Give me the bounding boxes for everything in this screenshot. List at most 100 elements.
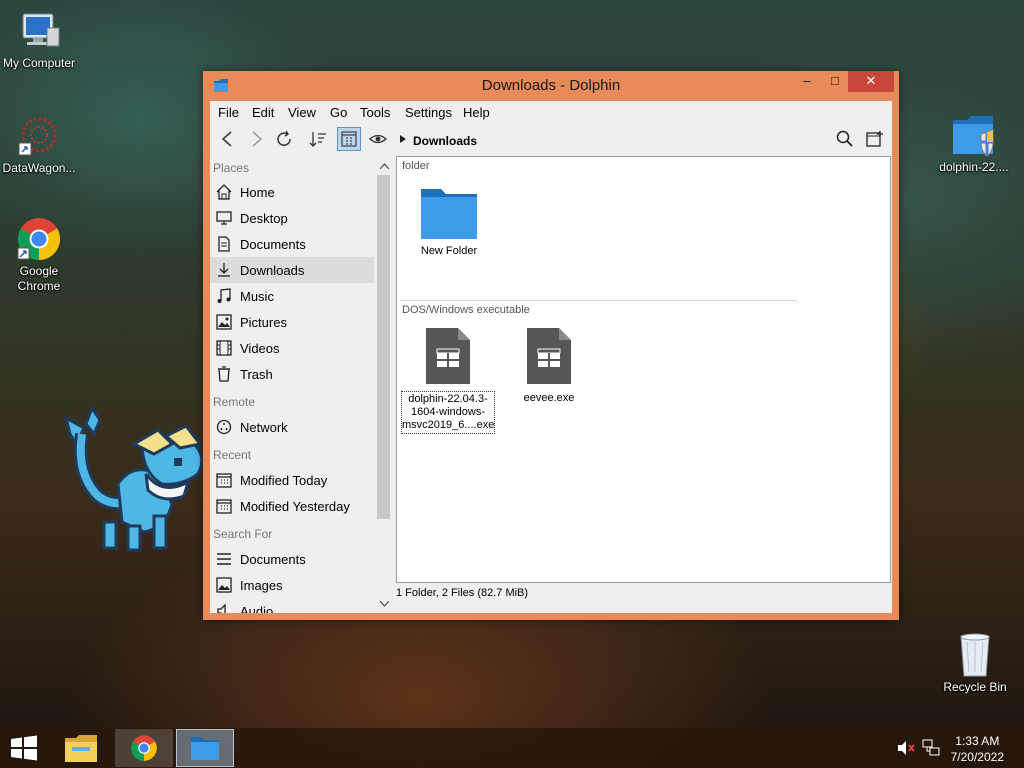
menu-tools[interactable]: Tools [360,105,390,120]
document-icon [218,236,230,252]
start-button[interactable] [0,729,48,767]
scrollbar-thumb[interactable] [377,175,390,519]
places-item-videos[interactable]: Videos [210,335,374,361]
file-label-line: dolphin-22.04.3- [408,393,488,405]
places-item-network[interactable]: Network [210,414,374,440]
places-item-label: Audio [240,604,274,613]
places-item-label: Desktop [240,211,288,226]
window-titlebar[interactable]: Downloads - Dolphin – □ ✕ [203,71,899,101]
desktop-icon-label: DataWagon... [2,161,76,175]
dolphin-folder-icon [191,737,219,760]
folder-shield-icon [953,116,994,157]
windows-logo-icon [11,735,37,761]
calendar-icon [216,473,232,488]
desktop-icon-recycle-bin[interactable]: Recycle Bin [935,630,1015,695]
music-icon [217,288,231,303]
places-item-label: Home [240,185,275,200]
reload-button[interactable] [272,127,296,151]
menu-file[interactable]: File [218,105,239,120]
file-item-dolphin-exe[interactable]: dolphin-22.04.3- 1604-windows- msvc2019_… [401,327,495,434]
places-item-label: Modified Today [240,473,328,488]
menu-help[interactable]: Help [463,105,490,120]
menu-settings[interactable]: Settings [405,105,452,120]
vaporeon-sprite-icon [63,404,204,552]
datawagon-icon [18,117,57,156]
download-icon [218,263,230,277]
places-item-home[interactable]: Home [210,179,374,205]
places-item-music[interactable]: Music [210,283,374,309]
file-label: eevee.exe [523,392,575,404]
places-item-pictures[interactable]: Pictures [210,309,374,335]
desktop-icon [216,211,232,225]
taskbar-chrome[interactable] [115,729,173,767]
network-icon [216,419,232,435]
desktop-icon-label: dolphin-22.... [939,160,1009,174]
back-arrow-icon [221,131,232,147]
file-item-new-folder[interactable]: New Folder [409,185,489,258]
system-clock[interactable]: 1:33 AM 7/20/2022 [951,733,1004,765]
taskbar-file-explorer[interactable] [52,729,110,767]
close-button[interactable]: ✕ [848,71,894,92]
menu-go[interactable]: Go [330,105,347,120]
forward-button[interactable] [244,127,268,151]
places-item-label: Documents [240,552,306,567]
chrome-icon [17,218,61,260]
places-scrollbar[interactable] [374,155,394,613]
desktop-icon-dolphin-installer[interactable]: dolphin-22.... [934,112,1014,175]
split-view-button[interactable] [863,127,887,151]
sort-button[interactable] [306,127,330,151]
search-button[interactable] [833,127,857,151]
desktop-icon-datawagon[interactable]: DataWagon... [0,115,79,176]
icons-view-button[interactable] [337,127,361,151]
group-header-folder: folder [402,160,430,172]
folder-icon [421,189,477,239]
places-item-search-documents[interactable]: Documents [210,546,374,572]
remote-section-header: Remote [213,395,256,409]
desktop-icon-label: My Computer [2,56,76,70]
desktop-icon-google-chrome[interactable]: Google Chrome [0,216,79,294]
places-item-search-audio[interactable]: Audio [210,598,374,613]
menu-view[interactable]: View [288,105,316,120]
places-item-modified-yesterday[interactable]: Modified Yesterday [210,493,374,519]
file-label: New Folder [420,245,478,257]
file-label-line: 1604-windows- [411,406,485,418]
video-icon [216,340,232,356]
split-icon [866,131,883,147]
breadcrumb-arrow-icon [400,135,406,143]
file-view[interactable]: folder New Folder DOS/Windows executable [396,156,891,583]
desktop-icon-label: Recycle Bin [943,680,1007,694]
picture-icon [216,314,232,330]
places-item-desktop[interactable]: Desktop [210,205,374,231]
places-item-documents[interactable]: Documents [210,231,374,257]
file-explorer-icon [65,735,97,762]
recycle-bin-icon [960,633,990,677]
back-button[interactable] [216,127,240,151]
clock-time: 1:33 AM [955,734,1000,748]
places-item-label: Videos [240,341,280,356]
places-item-downloads[interactable]: Downloads [210,257,374,283]
desktop-icon-label: Google Chrome [17,264,61,293]
desktop-icon-my-computer[interactable]: My Computer [0,10,79,71]
file-item-eevee-exe[interactable]: eevee.exe [511,327,587,405]
places-item-trash[interactable]: Trash [210,361,374,387]
places-panel: Places Home Desktop Documents Downloads … [210,155,396,613]
places-item-search-images[interactable]: Images [210,572,374,598]
minimize-button[interactable]: – [794,71,820,92]
scroll-down-icon [380,601,389,607]
places-item-modified-today[interactable]: Modified Today [210,467,374,493]
taskbar-dolphin[interactable] [176,729,234,767]
sort-icon [309,132,326,147]
chrome-icon [131,735,157,761]
computer-icon [22,13,60,47]
reload-icon [277,130,291,146]
menu-edit[interactable]: Edit [252,105,274,120]
volume-muted-icon[interactable] [897,740,915,756]
preview-button[interactable] [366,127,390,151]
forward-arrow-icon [252,131,263,147]
maximize-button[interactable]: □ [822,71,848,92]
places-item-label: Trash [240,367,273,382]
breadcrumb[interactable]: Downloads [413,134,477,148]
network-status-icon[interactable] [922,739,940,757]
places-item-label: Network [240,420,288,435]
status-bar: 1 Folder, 2 Files (82.7 MiB) [396,587,529,599]
